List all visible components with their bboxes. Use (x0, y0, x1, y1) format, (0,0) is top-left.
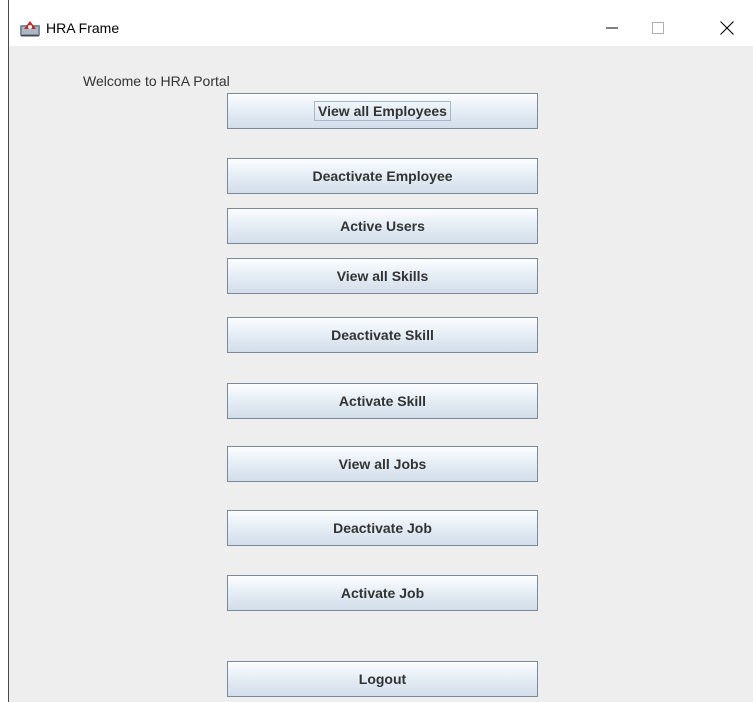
button-label: View all Jobs (338, 456, 427, 472)
button-label: View all Employees (314, 101, 451, 121)
button-label: Activate Job (340, 585, 425, 601)
deactivate-skill-button[interactable]: Deactivate Skill (227, 317, 538, 353)
deactivate-job-button[interactable]: Deactivate Job (227, 510, 538, 546)
welcome-label: Welcome to HRA Portal (83, 73, 230, 89)
activate-skill-button[interactable]: Activate Skill (227, 383, 538, 419)
java-cup-icon (19, 19, 41, 37)
close-icon (720, 21, 734, 35)
close-button[interactable] (704, 8, 750, 48)
button-label: View all Skills (336, 268, 429, 284)
button-label: Active Users (340, 218, 425, 234)
view-all-skills-button[interactable]: View all Skills (227, 258, 538, 294)
button-label: Deactivate Job (333, 520, 432, 536)
button-label: Deactivate Skill (331, 327, 434, 343)
deactivate-employee-button[interactable]: Deactivate Employee (227, 158, 538, 194)
title-bar[interactable]: HRA Frame (9, 8, 753, 48)
button-label: Logout (358, 671, 407, 687)
window-title: HRA Frame (46, 20, 120, 36)
button-label: Activate Skill (338, 393, 427, 409)
button-label: Deactivate Employee (312, 168, 453, 184)
activate-job-button[interactable]: Activate Job (227, 575, 538, 611)
minimize-icon (606, 27, 618, 29)
logout-button[interactable]: Logout (227, 661, 538, 697)
view-all-employees-button[interactable]: View all Employees (227, 93, 538, 129)
maximize-button[interactable] (635, 8, 681, 48)
minimize-button[interactable] (589, 8, 635, 48)
maximize-icon (652, 22, 664, 34)
content-panel: Welcome to HRA Portal View all Employees… (9, 46, 753, 702)
view-all-jobs-button[interactable]: View all Jobs (227, 446, 538, 482)
app-window: HRA Frame Welcome to HRA Portal View all… (8, 0, 753, 702)
active-users-button[interactable]: Active Users (227, 208, 538, 244)
